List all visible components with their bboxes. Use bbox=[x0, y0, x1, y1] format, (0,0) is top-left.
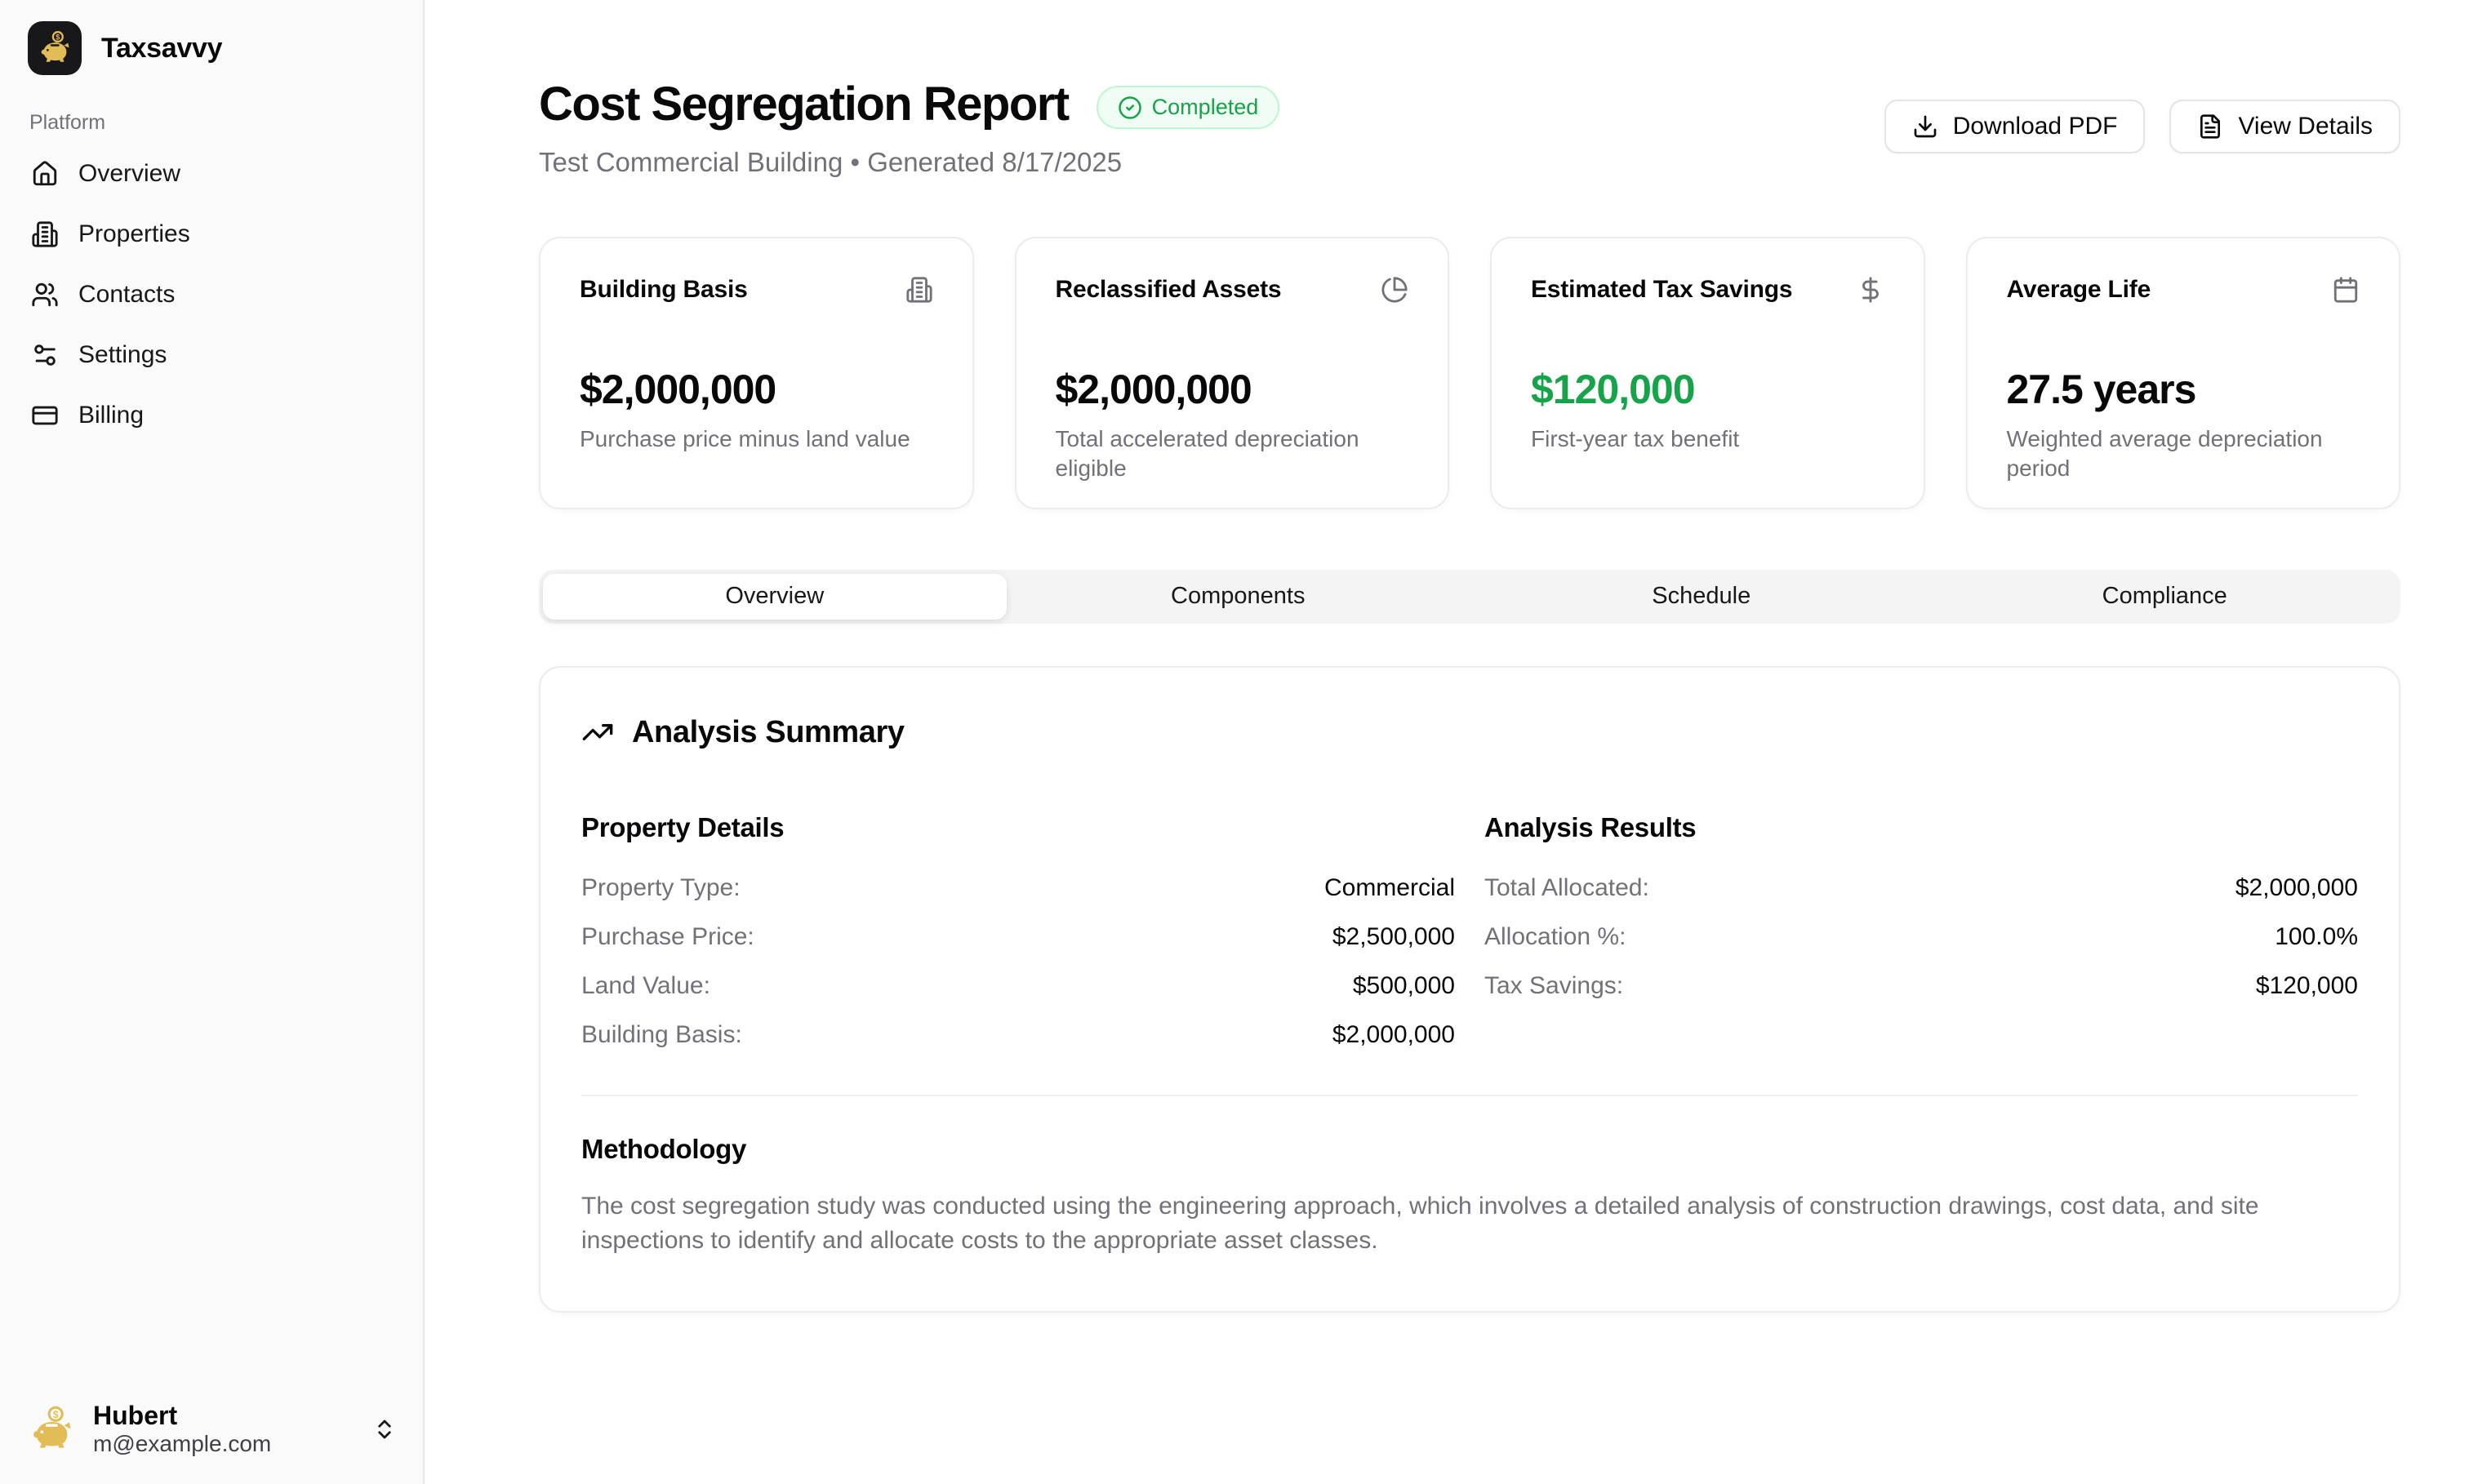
status-badge: Completed bbox=[1097, 86, 1280, 129]
sidebar-item-label: Settings bbox=[78, 341, 167, 369]
credit-card-icon bbox=[31, 402, 59, 429]
svg-text:$: $ bbox=[56, 33, 60, 41]
user-name: Hubert bbox=[93, 1401, 271, 1431]
card-title: Reclassified Assets bbox=[1056, 276, 1282, 304]
house-icon bbox=[31, 160, 59, 188]
building-icon bbox=[905, 276, 933, 304]
detail-row-purchase-price: Purchase Price: $2,500,000 bbox=[581, 923, 1455, 956]
card-value: $2,000,000 bbox=[580, 366, 933, 413]
sidebar-item-billing[interactable]: Billing bbox=[20, 389, 403, 442]
sidebar: $ Taxsavvy Platform Overview Properties … bbox=[0, 0, 425, 1484]
view-details-label: View Details bbox=[2238, 113, 2373, 140]
file-text-icon bbox=[2197, 113, 2223, 140]
analysis-results-title: Analysis Results bbox=[1484, 812, 2358, 843]
tab-compliance[interactable]: Compliance bbox=[1933, 574, 2397, 620]
methodology-section: Methodology The cost segregation study w… bbox=[581, 1134, 2358, 1259]
tab-schedule[interactable]: Schedule bbox=[1470, 574, 1933, 620]
svg-text:$: $ bbox=[53, 1409, 59, 1420]
chevrons-up-down-icon bbox=[372, 1417, 397, 1442]
status-badge-label: Completed bbox=[1152, 95, 1259, 120]
stat-card-average-life: Average Life 27.5 years Weighted average… bbox=[1966, 237, 2401, 509]
piggy-bank-icon: $ bbox=[36, 29, 73, 67]
property-details-column: Property Details Property Type: Commerci… bbox=[581, 812, 1455, 1070]
detail-row-building-basis: Building Basis: $2,000,000 bbox=[581, 1021, 1455, 1054]
card-value: 27.5 years bbox=[2007, 366, 2360, 413]
property-details-title: Property Details bbox=[581, 812, 1455, 843]
analysis-summary-panel: Analysis Summary Property Details Proper… bbox=[539, 666, 2400, 1313]
report-tabs: Overview Components Schedule Compliance bbox=[539, 570, 2400, 624]
result-row-tax-savings: Tax Savings: $120,000 bbox=[1484, 972, 2358, 1005]
sidebar-section-label: Platform bbox=[20, 111, 403, 135]
sidebar-item-label: Billing bbox=[78, 402, 144, 429]
sidebar-item-overview[interactable]: Overview bbox=[20, 148, 403, 200]
trending-up-icon bbox=[581, 716, 614, 749]
title-block: Cost Segregation Report Completed Test C… bbox=[539, 78, 1279, 178]
tab-components[interactable]: Components bbox=[1007, 574, 1470, 620]
calendar-icon bbox=[2332, 276, 2360, 304]
sidebar-item-contacts[interactable]: Contacts bbox=[20, 269, 403, 321]
pie-chart-icon bbox=[1381, 276, 1408, 304]
page-title: Cost Segregation Report bbox=[539, 78, 1069, 131]
analysis-results-column: Analysis Results Total Allocated: $2,000… bbox=[1484, 812, 2358, 1070]
stat-card-reclassified-assets: Reclassified Assets $2,000,000 Total acc… bbox=[1015, 237, 1450, 509]
methodology-text: The cost segregation study was conducted… bbox=[581, 1189, 2337, 1259]
tab-overview[interactable]: Overview bbox=[543, 574, 1007, 620]
brand-name: Taxsavvy bbox=[101, 33, 222, 64]
main-content: Cost Segregation Report Completed Test C… bbox=[425, 0, 2469, 1484]
view-details-button[interactable]: View Details bbox=[2169, 100, 2400, 153]
circle-check-icon bbox=[1118, 96, 1142, 120]
page-subtitle: Test Commercial Building • Generated 8/1… bbox=[539, 147, 1279, 178]
stat-cards: Building Basis $2,000,000 Purchase price… bbox=[539, 237, 2400, 509]
user-info: Hubert m@example.com bbox=[93, 1401, 271, 1458]
sidebar-nav: Overview Properties Contacts Settings Bi… bbox=[20, 148, 403, 442]
sidebar-item-label: Overview bbox=[78, 160, 180, 188]
methodology-title: Methodology bbox=[581, 1134, 2358, 1165]
card-description: Total accelerated depreciation eligible bbox=[1056, 424, 1409, 483]
avatar: $ bbox=[26, 1404, 77, 1455]
stat-card-tax-savings: Estimated Tax Savings $120,000 First-yea… bbox=[1490, 237, 1925, 509]
taxsavvy-logo: $ bbox=[28, 21, 82, 75]
detail-row-property-type: Property Type: Commercial bbox=[581, 874, 1455, 907]
detail-row-land-value: Land Value: $500,000 bbox=[581, 972, 1455, 1005]
panel-title-label: Analysis Summary bbox=[632, 715, 905, 750]
page-header: Cost Segregation Report Completed Test C… bbox=[539, 78, 2400, 178]
user-menu[interactable]: $ Hubert m@example.com bbox=[16, 1393, 407, 1466]
user-email: m@example.com bbox=[93, 1430, 271, 1458]
building-icon bbox=[31, 220, 59, 248]
panel-title: Analysis Summary bbox=[581, 715, 2358, 750]
sidebar-item-label: Properties bbox=[78, 220, 190, 248]
dollar-icon bbox=[1857, 276, 1884, 304]
card-description: Weighted average depreciation period bbox=[2007, 424, 2360, 483]
brand[interactable]: $ Taxsavvy bbox=[20, 18, 403, 78]
settings-icon bbox=[31, 341, 59, 369]
card-value: $2,000,000 bbox=[1056, 366, 1409, 413]
download-pdf-button[interactable]: Download PDF bbox=[1884, 100, 2146, 153]
card-description: Purchase price minus land value bbox=[580, 424, 933, 454]
sidebar-item-settings[interactable]: Settings bbox=[20, 329, 403, 381]
card-title: Average Life bbox=[2007, 276, 2151, 304]
panel-divider bbox=[581, 1095, 2358, 1096]
card-title: Estimated Tax Savings bbox=[1531, 276, 1792, 304]
card-value: $120,000 bbox=[1531, 366, 1884, 413]
sidebar-item-label: Contacts bbox=[78, 281, 175, 309]
result-row-allocation-pct: Allocation %: 100.0% bbox=[1484, 923, 2358, 956]
sidebar-item-properties[interactable]: Properties bbox=[20, 208, 403, 260]
header-actions: Download PDF View Details bbox=[1884, 100, 2400, 153]
result-row-total-allocated: Total Allocated: $2,000,000 bbox=[1484, 874, 2358, 907]
card-description: First-year tax benefit bbox=[1531, 424, 1884, 454]
users-icon bbox=[31, 281, 59, 309]
summary-grid: Property Details Property Type: Commerci… bbox=[581, 812, 2358, 1070]
download-icon bbox=[1912, 113, 1938, 140]
stat-card-building-basis: Building Basis $2,000,000 Purchase price… bbox=[539, 237, 974, 509]
download-pdf-label: Download PDF bbox=[1953, 113, 2118, 140]
card-title: Building Basis bbox=[580, 276, 748, 304]
